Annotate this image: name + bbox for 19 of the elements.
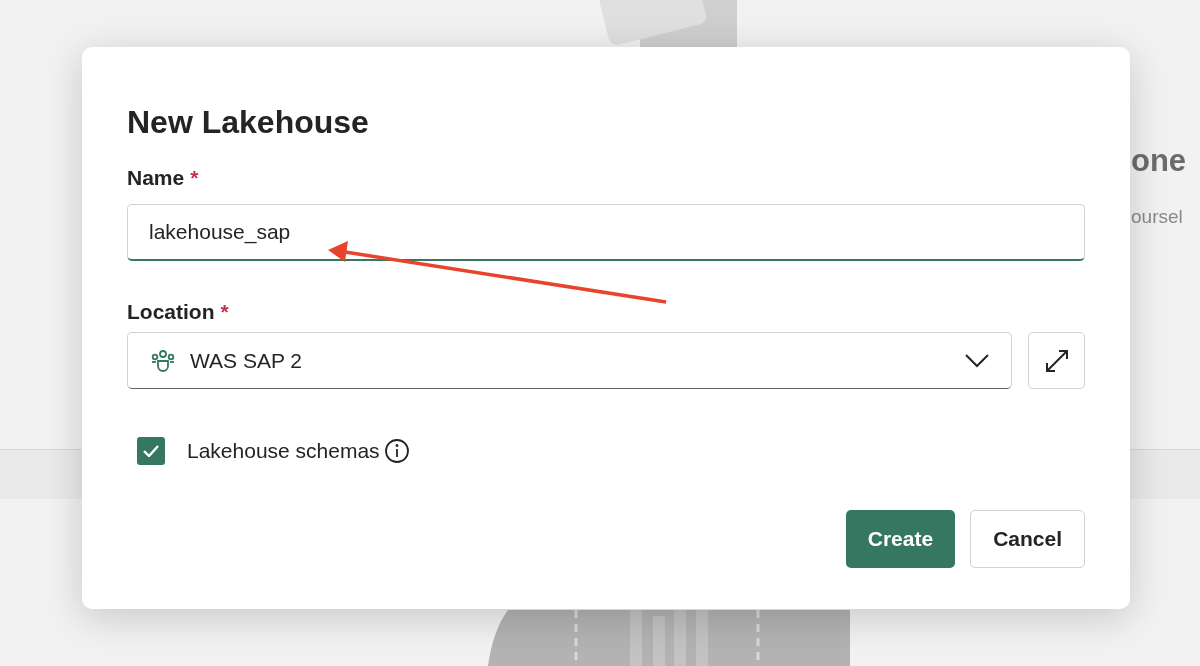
required-mark: * — [190, 165, 199, 191]
check-icon — [143, 444, 159, 457]
checkbox-label: Lakehouse schemas — [187, 438, 380, 464]
create-button[interactable]: Create — [845, 509, 956, 568]
chevron-down-icon — [965, 353, 990, 368]
field-label: Name — [127, 165, 185, 191]
info-icon[interactable] — [383, 437, 410, 464]
expand-icon — [1045, 349, 1068, 372]
name-input[interactable]: lakehouse_sap — [127, 203, 1085, 261]
cancel-button[interactable]: Cancel — [970, 509, 1085, 568]
checkbox[interactable] — [137, 436, 165, 465]
dialog-title: New Lakehouse — [127, 103, 370, 142]
field-label: Location — [127, 298, 215, 325]
expand-button[interactable] — [1028, 332, 1085, 389]
location-dropdown[interactable]: WAS SAP 2 — [127, 332, 1013, 389]
background-subtitle: oursel — [1131, 204, 1184, 229]
required-mark: * — [220, 298, 229, 325]
background-heading: one — [1131, 142, 1187, 180]
people-icon — [150, 347, 176, 374]
